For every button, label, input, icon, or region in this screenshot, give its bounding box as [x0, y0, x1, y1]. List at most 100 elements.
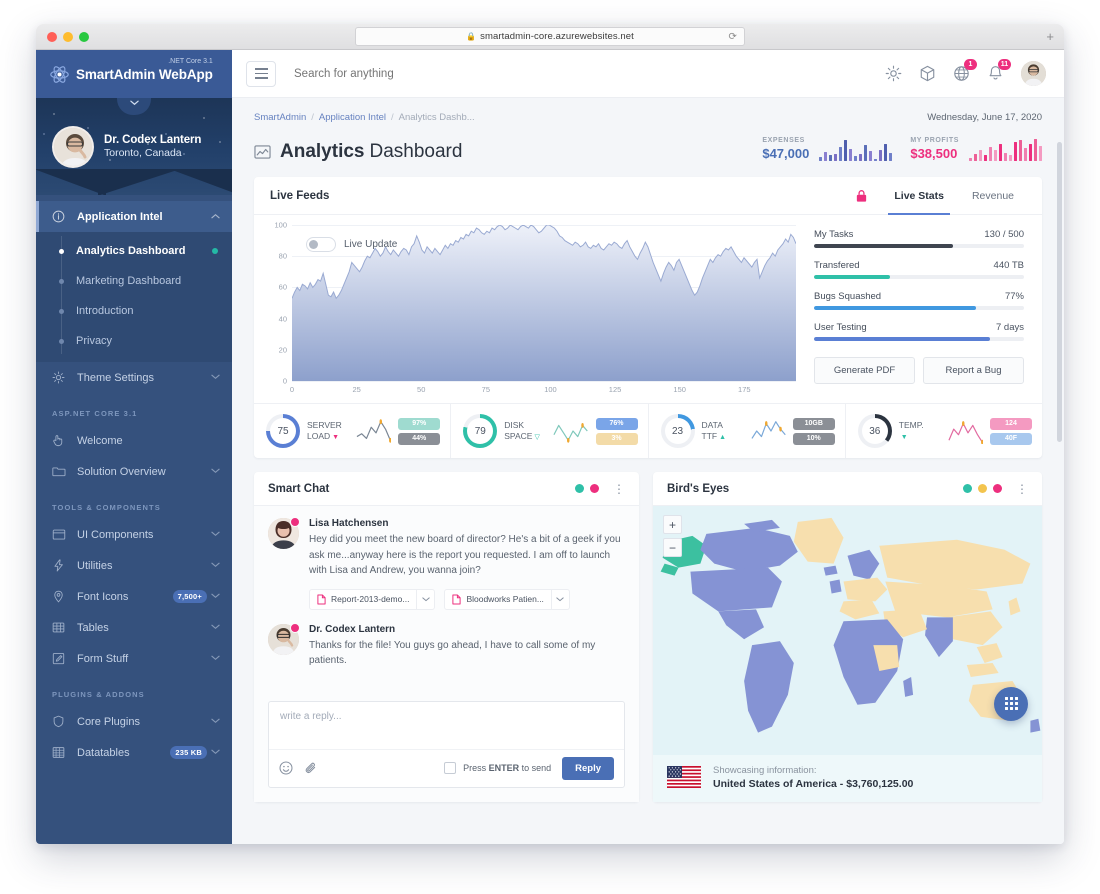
- attachment-chip[interactable]: Report-2013-demo...: [309, 588, 436, 610]
- tab-revenue[interactable]: Revenue: [960, 177, 1026, 214]
- chevron-down-icon: [211, 592, 220, 601]
- chat-author: Dr. Codex Lantern: [309, 623, 396, 635]
- sidebar-item-utilities[interactable]: Utilities: [36, 550, 232, 581]
- search-input[interactable]: [294, 67, 885, 80]
- avatar[interactable]: [268, 517, 300, 549]
- globe-icon[interactable]: 1: [953, 59, 977, 82]
- metric-donut: 36: [857, 414, 892, 448]
- header-stat-profits: MY PROFITS $38,500: [910, 137, 1042, 161]
- tab-live-stats[interactable]: Live Stats: [882, 177, 956, 215]
- sidebar-item-application-intel[interactable]: Application Intel: [36, 201, 232, 232]
- status-dot-yellow[interactable]: [978, 484, 987, 493]
- active-status-dot: [212, 248, 218, 254]
- sidebar-section-tools: TOOLS & COMPONENTS: [52, 503, 161, 512]
- sidebar-item-ui-components[interactable]: UI Components: [36, 519, 232, 550]
- sidebar-item-core-plugins[interactable]: Core Plugins: [36, 706, 232, 737]
- metric-donut: 79: [463, 414, 498, 448]
- url-bar[interactable]: 🔒 smartadmin-core.azurewebsites.net ⟳: [355, 27, 745, 46]
- new-tab-button[interactable]: +: [1046, 30, 1054, 43]
- avatar[interactable]: [1021, 61, 1046, 86]
- sidebar-item-analytics-dashboard[interactable]: Analytics Dashboard: [36, 236, 232, 266]
- chevron-down-icon[interactable]: [550, 589, 569, 609]
- breadcrumb-item[interactable]: SmartAdmin: [254, 112, 306, 123]
- attachment-chip[interactable]: Bloodworks Patien...: [444, 588, 570, 610]
- emoji-icon[interactable]: [279, 761, 293, 775]
- sidebar-item-form-stuff[interactable]: Form Stuff: [36, 643, 232, 674]
- page-title-bold: Analytics: [280, 141, 365, 162]
- sidebar-item-datatables[interactable]: Datatables 235 KB: [36, 737, 232, 768]
- reply-input[interactable]: [269, 701, 624, 744]
- cube-icon[interactable]: [919, 65, 936, 82]
- map-apps-fab-button[interactable]: [994, 686, 1028, 721]
- avatar[interactable]: [52, 125, 94, 168]
- content-scrollbar[interactable]: [1057, 98, 1062, 844]
- live-update-switch[interactable]: [306, 237, 336, 252]
- attachment-name: Bloodworks Patien...: [466, 594, 544, 604]
- sidebar-item-welcome[interactable]: Welcome: [36, 425, 232, 456]
- sparkline-bar: [969, 158, 972, 161]
- sidebar-item-introduction[interactable]: Introduction: [36, 296, 232, 326]
- sidebar-item-privacy[interactable]: Privacy: [36, 326, 232, 356]
- chevron-down-icon: [211, 467, 220, 476]
- chart-area-icon: [254, 144, 271, 160]
- map-footer: Showcasing information: United States of…: [653, 754, 1042, 802]
- world-map[interactable]: + −: [653, 506, 1042, 755]
- press-enter-to-send[interactable]: Press ENTER to send: [444, 762, 551, 774]
- menu-toggle-button[interactable]: [246, 60, 276, 87]
- map-zoom-out-button[interactable]: −: [663, 538, 682, 557]
- metric-temp[interactable]: 36 TEMP. ▼ 124 40F: [846, 404, 1042, 458]
- lock-icon[interactable]: [855, 189, 868, 203]
- sparkline-bar: [839, 147, 843, 161]
- avatar[interactable]: [268, 622, 300, 655]
- kebab-menu-icon[interactable]: ⋮: [1016, 483, 1028, 495]
- kebab-menu-icon[interactable]: ⋮: [613, 483, 625, 495]
- metric-label: TEMP. ▼: [898, 419, 924, 441]
- gear-icon[interactable]: [885, 65, 902, 82]
- sidebar-item-theme-settings[interactable]: Theme Settings: [36, 362, 232, 393]
- metric-server[interactable]: 75 SERVER LOAD ▼ 97% 44%: [254, 404, 452, 458]
- user-profile-block[interactable]: Dr. Codex Lantern Toronto, Canada: [36, 98, 232, 195]
- brand[interactable]: .NET Core 3.1 SmartAdmin WebApp: [36, 50, 232, 98]
- generate-pdf-button[interactable]: Generate PDF: [814, 357, 915, 384]
- sidebar-item-marketing-dashboard[interactable]: Marketing Dashboard: [36, 266, 232, 296]
- reload-icon[interactable]: ⟳: [729, 31, 737, 42]
- scrollbar-thumb[interactable]: [1057, 142, 1062, 442]
- sparkline-bar: [1029, 143, 1032, 161]
- maximize-window-button[interactable]: [79, 31, 89, 42]
- live-feeds-title: Live Feeds: [270, 189, 330, 202]
- breadcrumb-item-current: Analytics Dashb...: [398, 112, 475, 123]
- metric-badge: 40F: [990, 432, 1032, 445]
- report-bug-button[interactable]: Report a Bug: [923, 357, 1024, 384]
- status-dot-pink[interactable]: [590, 484, 599, 493]
- sidebar: .NET Core 3.1 SmartAdmin WebApp Dr. Code…: [36, 50, 232, 844]
- map-zoom-in-button[interactable]: +: [663, 515, 682, 534]
- attachment-icon[interactable]: [304, 761, 318, 775]
- x-axis-tick: 25: [352, 385, 361, 394]
- bell-icon[interactable]: 11: [987, 59, 1011, 82]
- metric-data[interactable]: 23 DATA TTF ▲ 10GB 10%: [649, 404, 846, 458]
- reply-button[interactable]: Reply: [562, 756, 614, 780]
- profile-collapse-toggle[interactable]: [117, 98, 151, 115]
- enter-to-send-checkbox[interactable]: [444, 762, 457, 774]
- status-dot-pink[interactable]: [993, 484, 1002, 493]
- live-update-toggle[interactable]: Live Update: [306, 237, 397, 252]
- bell-badge: 11: [998, 59, 1011, 70]
- chevron-down-icon[interactable]: [416, 589, 434, 609]
- status-dot-green[interactable]: [575, 484, 584, 493]
- metric-label: DISK SPACE ▽: [504, 419, 540, 441]
- sidebar-item-solution-overview[interactable]: Solution Overview: [36, 456, 232, 487]
- window-controls[interactable]: [47, 31, 89, 42]
- close-window-button[interactable]: [47, 31, 57, 42]
- minimize-window-button[interactable]: [63, 31, 73, 42]
- sidebar-item-tables[interactable]: Tables: [36, 612, 232, 643]
- breadcrumb-item[interactable]: Application Intel: [319, 112, 386, 123]
- x-axis-tick: 100: [544, 385, 557, 394]
- globe-badge: 1: [964, 59, 977, 70]
- status-dot-green[interactable]: [963, 484, 972, 493]
- sidebar-item-font-icons[interactable]: Font Icons 7,500+: [36, 581, 232, 612]
- metric-badges: 10GB 10%: [792, 417, 835, 445]
- progress-fill: [814, 306, 976, 310]
- metric-disk[interactable]: 79 DISK SPACE ▽ 76% 3%: [451, 404, 649, 458]
- map-footer-subtitle: Showcasing information:: [713, 764, 817, 776]
- trend-arrow-icon: ▼: [332, 434, 340, 441]
